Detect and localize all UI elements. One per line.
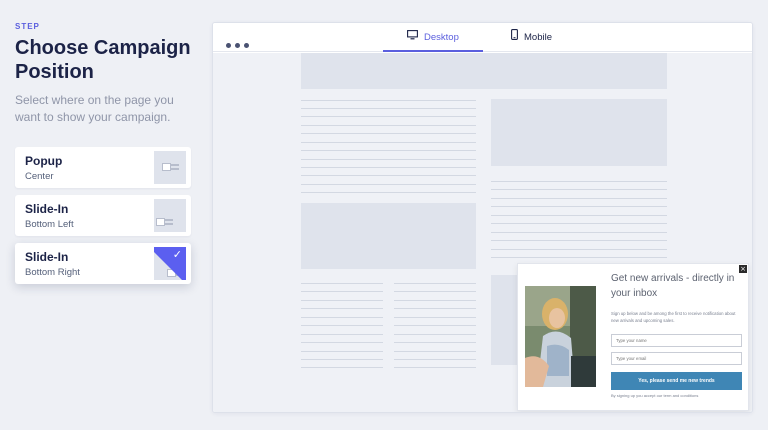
placeholder-image-block bbox=[491, 99, 667, 166]
tab-desktop[interactable]: Desktop bbox=[383, 23, 483, 52]
desktop-icon bbox=[407, 23, 418, 52]
subscribe-button[interactable]: Yes, please send me new trends bbox=[611, 372, 742, 390]
option-subtitle: Bottom Right bbox=[25, 267, 80, 278]
option-title: Popup bbox=[25, 154, 63, 168]
popup-center-thumbnail-icon bbox=[154, 151, 186, 184]
position-option-slide-in-bottom-right[interactable]: Slide-In Bottom Right ✓ bbox=[15, 243, 191, 284]
option-subtitle: Bottom Left bbox=[25, 219, 74, 230]
popup-photo bbox=[525, 286, 596, 387]
step-label: STEP bbox=[15, 22, 40, 31]
window-dots-icon bbox=[226, 35, 253, 53]
position-option-popup-center[interactable]: Popup Center bbox=[15, 147, 191, 188]
slide-in-bottom-left-thumbnail-icon bbox=[154, 199, 186, 232]
option-subtitle: Center bbox=[25, 171, 54, 182]
preview-toolbar: Desktop Mobile bbox=[213, 23, 752, 52]
slide-in-popup-preview: × Get new arrivals - directly in your in… bbox=[517, 263, 749, 411]
preview-frame: Desktop Mobile × Get new arrivals - dire… bbox=[212, 22, 753, 413]
placeholder-header-block bbox=[301, 53, 667, 89]
terms-note: By signing up you accept our term and co… bbox=[611, 393, 699, 398]
email-input[interactable] bbox=[611, 352, 742, 365]
slide-in-bottom-right-thumbnail-icon: ✓ bbox=[154, 247, 186, 280]
option-title: Slide-In bbox=[25, 202, 69, 216]
popup-title: Get new arrivals - directly in your inbo… bbox=[611, 273, 735, 299]
name-input[interactable] bbox=[611, 334, 742, 347]
option-title: Slide-In bbox=[25, 250, 69, 264]
checkmark-icon: ✓ bbox=[172, 248, 182, 261]
page-subtitle: Select where on the page you want to sho… bbox=[15, 93, 174, 124]
placeholder-content-block bbox=[301, 203, 476, 269]
page-title: Choose Campaign Position bbox=[15, 37, 191, 83]
popup-description: Sign up below and be among the first to … bbox=[611, 311, 736, 323]
mobile-icon bbox=[511, 23, 518, 52]
position-option-slide-in-bottom-left[interactable]: Slide-In Bottom Left bbox=[15, 195, 191, 236]
tab-mobile[interactable]: Mobile bbox=[511, 23, 581, 52]
